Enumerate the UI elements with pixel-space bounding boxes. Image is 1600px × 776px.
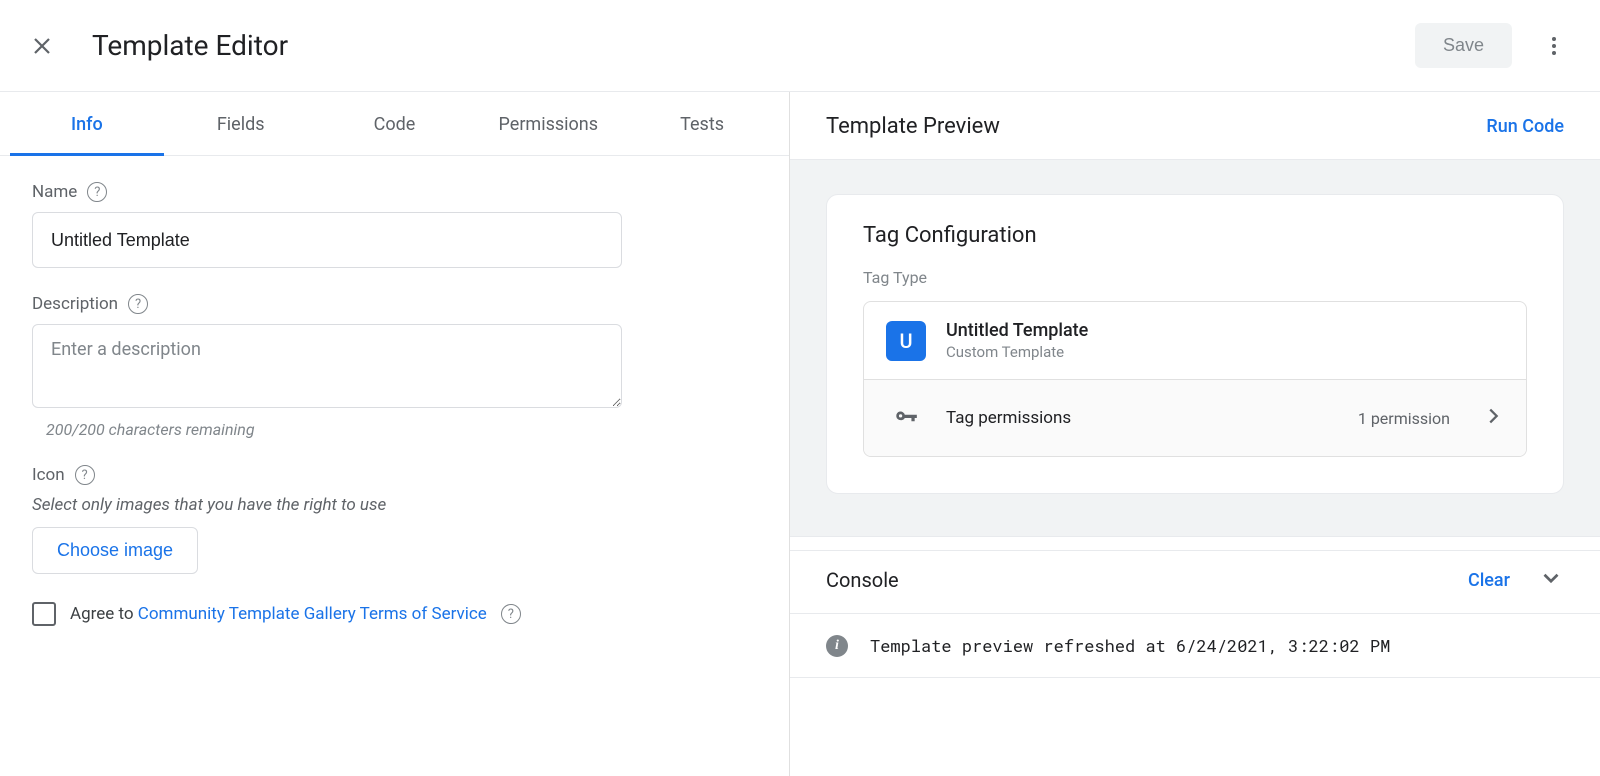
icon-hint: Select only images that you have the rig… <box>32 495 757 515</box>
page-title: Template Editor <box>92 29 1415 62</box>
chevron-right-icon <box>1482 405 1504 431</box>
tag-type-label: Tag Type <box>827 268 1563 301</box>
card-title: Tag Configuration <box>827 223 1563 268</box>
description-label: Description <box>32 294 118 314</box>
preview-pane: Template Preview Run Code Tag Configurat… <box>790 92 1600 776</box>
help-icon[interactable]: ? <box>75 465 95 485</box>
info-icon: i <box>826 635 848 657</box>
agree-prefix: Agree to <box>70 604 138 624</box>
key-icon <box>886 398 926 438</box>
tag-permissions-row[interactable]: Tag permissions 1 permission <box>864 379 1526 456</box>
console-header: Console Clear <box>790 550 1600 614</box>
char-count: 200/200 characters remaining <box>46 420 757 439</box>
icon-label: Icon <box>32 465 65 485</box>
more-menu-icon[interactable] <box>1540 32 1568 60</box>
name-label: Name <box>32 182 77 202</box>
choose-image-button[interactable]: Choose image <box>32 527 198 574</box>
editor-header: Template Editor Save <box>0 0 1600 92</box>
console-message: Template preview refreshed at 6/24/2021,… <box>870 634 1390 657</box>
tabs: Info Fields Code Permissions Tests <box>0 92 789 156</box>
console-title: Console <box>826 568 1468 592</box>
clear-button[interactable]: Clear <box>1468 570 1510 591</box>
tag-name: Untitled Template <box>946 320 1088 341</box>
editor-pane: Info Fields Code Permissions Tests Name … <box>0 92 790 776</box>
console-row: i Template preview refreshed at 6/24/202… <box>790 614 1600 678</box>
help-icon[interactable]: ? <box>501 604 521 624</box>
chevron-down-icon[interactable] <box>1538 565 1564 595</box>
close-icon[interactable] <box>28 32 56 60</box>
run-code-button[interactable]: Run Code <box>1486 116 1564 137</box>
tag-subtype: Custom Template <box>946 343 1088 361</box>
tab-fields[interactable]: Fields <box>164 92 318 155</box>
preview-title: Template Preview <box>826 114 1000 139</box>
template-icon: U <box>886 321 926 361</box>
tag-type-row[interactable]: U Untitled Template Custom Template <box>864 302 1526 379</box>
help-icon[interactable]: ? <box>87 182 107 202</box>
name-input[interactable] <box>32 212 622 268</box>
tab-tests[interactable]: Tests <box>625 92 779 155</box>
description-textarea[interactable] <box>32 324 622 408</box>
permissions-count: 1 permission <box>1358 409 1450 428</box>
tag-config-card: Tag Configuration Tag Type U Untitled Te… <box>826 194 1564 494</box>
save-button[interactable]: Save <box>1415 23 1512 68</box>
help-icon[interactable]: ? <box>128 294 148 314</box>
agree-checkbox[interactable] <box>32 602 56 626</box>
permissions-label: Tag permissions <box>946 408 1338 428</box>
tab-info[interactable]: Info <box>10 92 164 155</box>
tab-permissions[interactable]: Permissions <box>471 92 625 155</box>
terms-link[interactable]: Community Template Gallery Terms of Serv… <box>138 604 487 624</box>
tab-code[interactable]: Code <box>318 92 472 155</box>
